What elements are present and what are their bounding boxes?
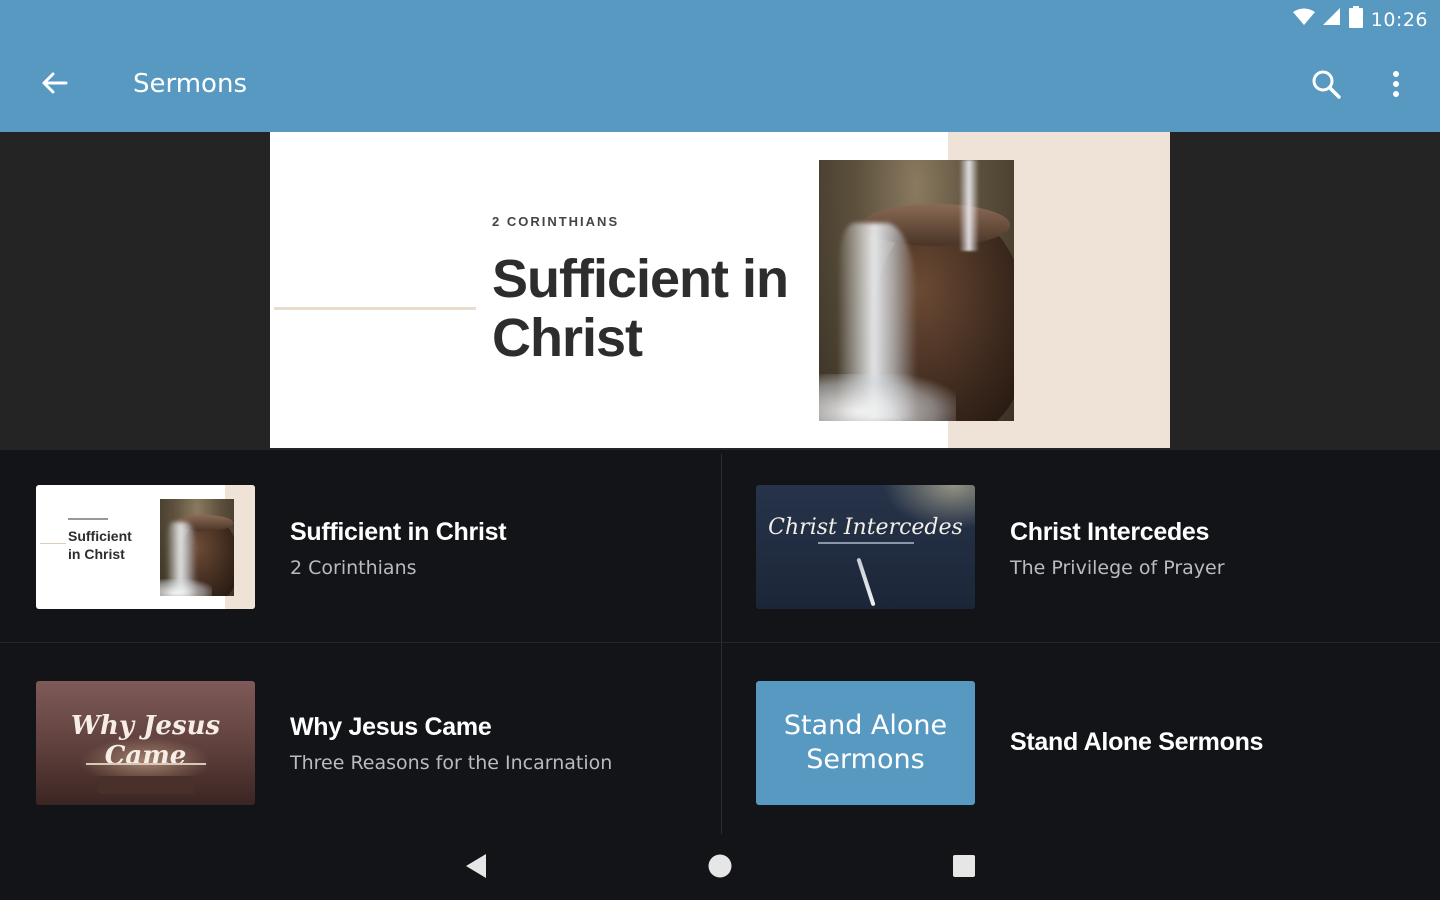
back-arrow-icon (40, 71, 68, 100)
series-tile-sufficient-in-christ[interactable]: Sufficient in Christ Sufficient in Chris… (0, 450, 720, 642)
back-button[interactable] (30, 64, 78, 106)
hero-banner: 2 CORINTHIANS Sufficient in Christ (0, 132, 1440, 450)
series-thumbnail: Sufficient in Christ (36, 485, 255, 609)
series-title: Christ Intercedes (1010, 518, 1210, 546)
thumb-title: Christ Intercedes (768, 515, 963, 540)
series-subtitle: Three Reasons for the Incarnation (290, 752, 613, 774)
status-time: 10:26 (1370, 8, 1428, 31)
home-circle-icon (707, 853, 733, 884)
battery-icon (1348, 6, 1363, 33)
series-text: Why Jesus Came Three Reasons for the Inc… (290, 713, 612, 774)
nav-back-button[interactable] (452, 848, 500, 888)
nav-recents-button[interactable] (940, 848, 988, 888)
hero-card[interactable]: 2 CORINTHIANS Sufficient in Christ (270, 132, 1170, 448)
series-title: Stand Alone Sermons (1010, 728, 1264, 756)
series-thumbnail: Stand Alone Sermons (756, 681, 975, 805)
series-tile-christ-intercedes[interactable]: Christ Intercedes Christ Intercedes The … (720, 450, 1440, 642)
back-triangle-icon (464, 853, 488, 884)
series-tile-stand-alone-sermons[interactable]: Stand Alone Sermons Stand Alone Sermons (720, 646, 1440, 838)
search-button[interactable] (1302, 62, 1350, 110)
thumb-title: Stand Alone Sermons (783, 710, 948, 775)
thumb-pot-image (160, 499, 234, 596)
series-title: Why Jesus Came (290, 713, 492, 741)
series-subtitle: The Privilege of Prayer (1010, 557, 1225, 579)
series-subtitle: 2 Corinthians (290, 557, 417, 579)
series-text: Sufficient in Christ 2 Corinthians (290, 518, 507, 579)
recents-square-icon (952, 854, 976, 883)
hero-title: Sufficient in Christ (492, 249, 789, 368)
series-title: Sufficient in Christ (290, 518, 507, 546)
status-bar: 10:26 (0, 0, 1440, 38)
status-icons: 10:26 (1292, 6, 1428, 33)
app-bar: Sermons (0, 38, 1440, 132)
more-vert-icon (1392, 70, 1400, 103)
page-title: Sermons (133, 69, 247, 99)
series-thumbnail: Christ Intercedes (756, 485, 975, 609)
manger-image (98, 776, 194, 794)
system-nav-bar (0, 834, 1440, 900)
series-tile-why-jesus-came[interactable]: Why Jesus Came Why Jesus Came Three Reas… (0, 646, 720, 838)
hero-pot-image (819, 160, 1014, 421)
series-text: Stand Alone Sermons (1010, 728, 1263, 757)
series-grid: Sufficient in Christ Sufficient in Chris… (0, 450, 1440, 834)
series-thumbnail: Why Jesus Came (36, 681, 255, 805)
more-options-button[interactable] (1374, 62, 1418, 110)
feather-image (856, 557, 876, 607)
hero-divider (274, 307, 476, 310)
series-text: Christ Intercedes The Privilege of Praye… (1010, 518, 1225, 579)
hero-kicker: 2 CORINTHIANS (492, 214, 620, 229)
wifi-icon (1292, 8, 1315, 31)
thumb-title: Sufficient in Christ (68, 528, 132, 562)
signal-icon (1322, 8, 1341, 31)
grid-divider-horizontal (0, 642, 1440, 643)
nav-home-button[interactable] (696, 848, 744, 888)
search-icon (1311, 69, 1341, 104)
thumb-title: Why Jesus Came (70, 711, 221, 771)
